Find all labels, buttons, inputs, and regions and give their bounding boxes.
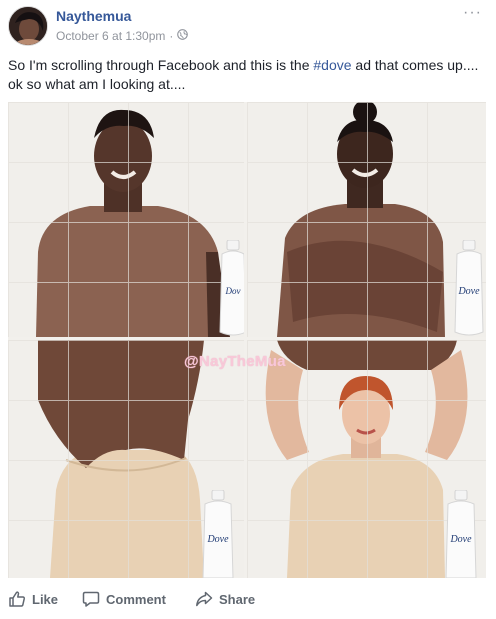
more-options-icon[interactable]: ··· <box>463 4 482 22</box>
post-meta: October 6 at 1:30pm · <box>56 29 189 43</box>
like-label: Like <box>32 591 59 607</box>
svg-text:Dove: Dove <box>449 534 472 545</box>
comment-button[interactable]: Comment <box>82 590 166 608</box>
globe-icon <box>177 29 189 43</box>
speech-bubble-icon <box>82 590 100 608</box>
svg-text:Dov: Dov <box>225 286 241 296</box>
timestamp[interactable]: October 6 at 1:30pm <box>56 29 165 43</box>
post-action-bar: Like Comment Share <box>0 584 496 614</box>
avatar[interactable] <box>8 6 48 46</box>
photo-watermark: @NayTheMua <box>184 353 286 370</box>
dove-bottle-image: Dove <box>454 240 484 336</box>
comment-label: Comment <box>106 591 166 607</box>
thumbs-up-icon <box>8 590 26 608</box>
meta-separator: · <box>169 29 174 43</box>
share-button[interactable]: Share <box>195 590 255 608</box>
photo-panel-2: Dove <box>247 102 486 337</box>
dove-bottle-image: Dove <box>445 490 477 578</box>
photo-panel-3: Dove <box>8 340 244 578</box>
post-text: So I'm scrolling through Facebook and th… <box>8 56 486 94</box>
share-arrow-icon <box>195 590 213 608</box>
photo-panel-1: Dov <box>8 102 244 337</box>
like-button[interactable]: Like <box>8 590 58 608</box>
bottle-brand-label: Dove <box>457 286 480 297</box>
photo-panel-4: Dove <box>247 340 486 578</box>
share-label: Share <box>219 591 256 607</box>
dove-bottle-image: Dov <box>219 240 244 336</box>
svg-text:Dove: Dove <box>206 534 229 545</box>
dove-bottle-image: Dove <box>202 490 234 578</box>
facebook-post: Naythemua October 6 at 1:30pm · ··· So I… <box>0 0 496 619</box>
hashtag-link[interactable]: #dove <box>313 57 351 73</box>
post-text-start: So I'm scrolling through Facebook and th… <box>8 57 314 73</box>
post-photo[interactable]: Dov Dove Dove Dove @NayTheMua <box>8 102 486 578</box>
author-name[interactable]: Naythemua <box>56 8 131 24</box>
